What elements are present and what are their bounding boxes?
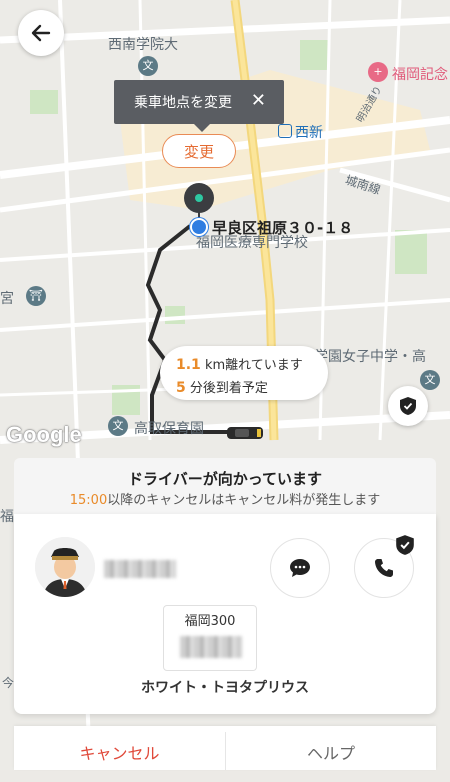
chat-icon — [290, 559, 310, 577]
back-button[interactable] — [18, 10, 64, 56]
distance-line: 1.1 km離れています — [176, 354, 303, 373]
map-label-fukuoka-kinen: 福岡記念 — [392, 67, 448, 83]
shield-check-icon — [400, 397, 416, 415]
distance-text: km離れています — [200, 358, 303, 373]
driver-avatar — [35, 537, 95, 597]
map-label-nursery: 高取保育園 — [134, 421, 204, 437]
school-poi-icon-3: 文 — [108, 416, 128, 436]
phone-icon — [375, 559, 393, 577]
subway-icon — [278, 124, 292, 138]
map-label-school: 西南学院大 — [108, 37, 178, 53]
map-label-left-fuku: 福 — [0, 509, 14, 525]
pickup-pin-icon — [184, 183, 214, 213]
driver-name-redacted — [104, 560, 176, 578]
change-pickup-button[interactable]: 変更 — [162, 134, 236, 168]
hospital-poi-icon: + — [368, 62, 388, 82]
eta-bubble: 1.1 km離れています 5 分後到着予定 — [160, 346, 328, 400]
bottom-action-bar: キャンセル ヘルプ — [14, 726, 436, 770]
plate-region: 福岡300 — [184, 614, 236, 629]
school-poi-icon: 文 — [138, 56, 158, 76]
taxi-car-icon — [227, 427, 263, 439]
plate-number-redacted — [180, 636, 242, 658]
safety-button[interactable] — [388, 386, 428, 426]
map-label-shrine: 宮 — [0, 291, 14, 307]
verified-shield-icon — [396, 535, 414, 555]
tooltip-text: 乗車地点を変更 — [134, 95, 232, 111]
license-plate: 福岡300 — [163, 605, 257, 671]
shrine-poi-icon: ⛩ — [26, 286, 46, 306]
pickup-location-dot — [190, 218, 208, 236]
cancel-notice: 15:00以降のキャンセルはキャンセル料が発生します — [14, 489, 436, 508]
status-title: ドライバーが向かっています — [128, 470, 322, 488]
map-label-nishijin: 西新 — [278, 122, 323, 142]
minutes-value: 5 — [176, 380, 186, 396]
vehicle-description: ホワイト・トヨタプリウス — [141, 680, 309, 696]
change-pickup-tooltip: 乗車地点を変更 ✕ — [114, 80, 284, 132]
google-logo: Google — [6, 422, 82, 447]
map-label-girls-school: 学園女子中学・高 — [314, 349, 426, 365]
minutes-text: 分後到着予定 — [185, 381, 268, 396]
cancel-note: 以降のキャンセルはキャンセル料が発生します — [107, 493, 381, 508]
school-poi-icon-2: 文 — [420, 370, 440, 390]
distance-value: 1.1 — [176, 357, 201, 373]
arrow-left-icon — [31, 24, 51, 42]
arrival-line: 5 分後到着予定 — [176, 377, 268, 396]
help-button[interactable]: ヘルプ — [226, 726, 436, 770]
station-name: 西新 — [295, 125, 323, 141]
pickup-address: 早良区祖原３０-１８ — [212, 219, 354, 237]
cancel-time: 15:00 — [69, 493, 108, 508]
close-icon[interactable]: ✕ — [251, 92, 266, 110]
driver-avatar-icon — [35, 537, 95, 597]
message-button[interactable] — [270, 538, 330, 598]
driver-status-banner: ドライバーが向かっています 15:00以降のキャンセルはキャンセル料が発生します — [14, 458, 436, 514]
cancel-button[interactable]: キャンセル — [14, 726, 225, 770]
